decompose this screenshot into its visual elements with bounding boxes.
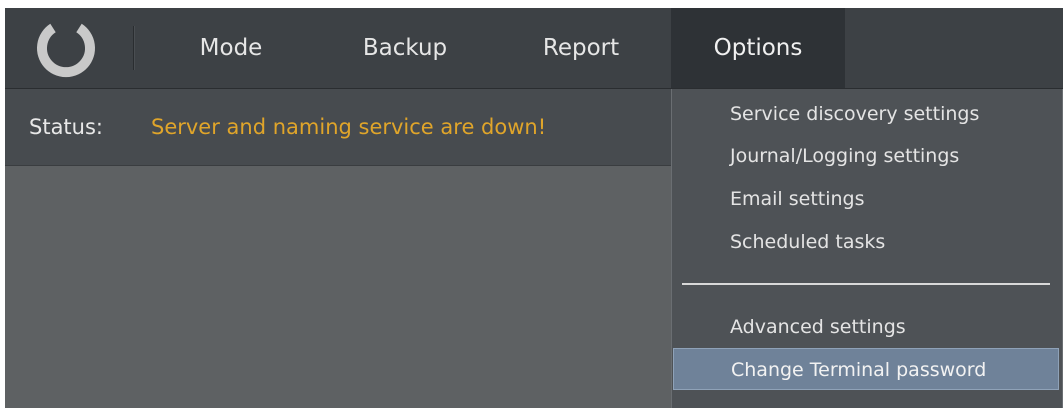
menu-mode[interactable]: Mode: [173, 8, 289, 88]
options-dropdown: Service discovery settings Journal/Loggi…: [671, 89, 1063, 408]
app-window: Mode Backup Report Options Status: Serve…: [5, 8, 1063, 408]
menu-item-service-discovery-settings[interactable]: Service discovery settings: [672, 94, 1062, 134]
menu-report[interactable]: Report: [521, 8, 641, 88]
menu-options[interactable]: Options: [671, 8, 845, 88]
menu-item-change-terminal-password[interactable]: Change Terminal password: [673, 348, 1059, 390]
status-label: Status:: [29, 115, 103, 139]
menu-item-scheduled-tasks[interactable]: Scheduled tasks: [672, 222, 1062, 262]
ring-logo-icon: [35, 20, 97, 78]
menu-item-email-settings[interactable]: Email settings: [672, 179, 1062, 219]
status-message: Server and naming service are down!: [151, 115, 547, 139]
menu-bar: Mode Backup Report Options: [5, 8, 1063, 89]
menu-item-journal-logging-settings[interactable]: Journal/Logging settings: [672, 136, 1062, 176]
menu-separator: [682, 283, 1050, 285]
menu-backup[interactable]: Backup: [345, 8, 465, 88]
menu-item-advanced-settings[interactable]: Advanced settings: [672, 307, 1062, 347]
menu-divider: [133, 26, 134, 70]
